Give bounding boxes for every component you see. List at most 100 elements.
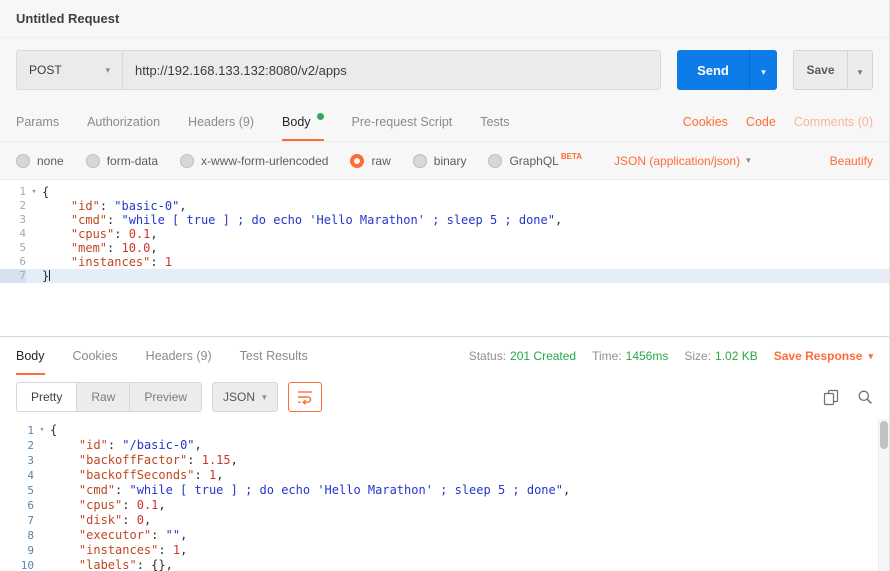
code-line[interactable]: 7 "disk": 0, [0, 513, 889, 528]
body-type-x-www-form-urlencoded[interactable]: x-www-form-urlencoded [180, 154, 328, 168]
response-tab-body[interactable]: Body [16, 337, 45, 375]
fold-icon[interactable]: ▾ [26, 185, 42, 199]
request-body-editor[interactable]: 1▾{2 "id": "basic-0",3 "cmd": "while [ t… [0, 180, 889, 337]
view-pretty[interactable]: Pretty [17, 383, 77, 411]
view-preview[interactable]: Preview [130, 383, 201, 411]
view-raw[interactable]: Raw [77, 383, 130, 411]
code-text: "cpus": 0.1, [50, 498, 889, 513]
tab-label: Headers (9) [146, 349, 212, 363]
code-line[interactable]: 2 "id": "/basic-0", [0, 438, 889, 453]
beautify-link[interactable]: Beautify [830, 154, 873, 168]
status-pair: Status: 201 Created [469, 349, 576, 363]
tab-tests[interactable]: Tests [480, 102, 509, 141]
radio-icon [413, 154, 427, 168]
line-number: 1 [0, 423, 34, 438]
token: 1.15 [202, 453, 231, 467]
token: { [50, 423, 57, 437]
code-text: "id": "/basic-0", [50, 438, 889, 453]
response-tab-test-results[interactable]: Test Results [240, 337, 308, 375]
code-text: } [42, 269, 889, 283]
send-button[interactable]: Send [677, 50, 749, 90]
body-type-binary[interactable]: binary [413, 154, 467, 168]
wrap-text-button[interactable] [288, 382, 322, 412]
body-type-graphql[interactable]: GraphQL BETA [488, 154, 582, 168]
search-response-button[interactable] [857, 389, 873, 405]
response-body-editor[interactable]: 1▾{2 "id": "/basic-0",3 "backoffFactor":… [0, 419, 889, 571]
token [50, 558, 79, 571]
method-select[interactable]: POST ▾ [17, 51, 123, 89]
token [50, 528, 79, 542]
token: "instances" [79, 543, 158, 557]
body-type-none[interactable]: none [16, 154, 64, 168]
response-language-select[interactable]: JSON ▾ [212, 382, 278, 412]
response-tab-cookies[interactable]: Cookies [73, 337, 118, 375]
code-line[interactable]: 1▾{ [0, 185, 889, 199]
tab-params[interactable]: Params [16, 102, 59, 141]
code-line[interactable]: 6 "instances": 1 [0, 255, 889, 269]
token: "basic-0" [114, 199, 179, 213]
fold-spacer [26, 255, 42, 269]
code-line[interactable]: 9 "instances": 1, [0, 543, 889, 558]
code-line[interactable]: 8 "executor": "", [0, 528, 889, 543]
url-box: POST ▾ [16, 50, 661, 90]
response-scrollbar[interactable] [878, 419, 889, 571]
save-response-button[interactable]: Save Response ▾ [774, 349, 873, 363]
body-type-raw[interactable]: raw [350, 154, 390, 168]
code-line[interactable]: 3 "backoffFactor": 1.15, [0, 453, 889, 468]
tab-label: Params [16, 115, 59, 129]
token: { [42, 185, 49, 199]
time-value: 1456ms [626, 349, 669, 363]
save-options-button[interactable]: ▾ [847, 50, 873, 90]
save-button[interactable]: Save [793, 50, 847, 90]
response-tab-headers[interactable]: Headers (9) [146, 337, 212, 375]
tab-authorization[interactable]: Authorization [87, 102, 160, 141]
response-toolbar: Pretty Raw Preview JSON ▾ [0, 375, 889, 419]
body-type-form-data[interactable]: form-data [86, 154, 158, 168]
token: "cmd" [71, 213, 107, 227]
status-value: 201 Created [510, 349, 576, 363]
token: : [122, 498, 136, 512]
time-pair: Time: 1456ms [592, 349, 668, 363]
method-value: POST [29, 63, 62, 77]
token [42, 255, 71, 269]
code-text: "id": "basic-0", [42, 199, 889, 213]
code-link[interactable]: Code [746, 115, 776, 129]
token: "id" [79, 438, 108, 452]
token: , [150, 227, 157, 241]
tab-body[interactable]: Body [282, 102, 324, 141]
token: "mem" [71, 241, 107, 255]
content-type-select[interactable]: JSON (application/json) ▾ [614, 154, 751, 168]
cookies-link[interactable]: Cookies [683, 115, 728, 129]
tab-headers[interactable]: Headers (9) [188, 102, 254, 141]
code-line[interactable]: 6 "cpus": 0.1, [0, 498, 889, 513]
fold-icon[interactable]: ▾ [34, 423, 50, 438]
copy-response-button[interactable] [823, 389, 839, 406]
token: : [122, 513, 136, 527]
code-line[interactable]: 5 "mem": 10.0, [0, 241, 889, 255]
token [42, 199, 71, 213]
token: "" [166, 528, 180, 542]
code-line[interactable]: 4 "backoffSeconds": 1, [0, 468, 889, 483]
token: } [42, 269, 49, 283]
code-line[interactable]: 2 "id": "basic-0", [0, 199, 889, 213]
code-line[interactable]: 4 "cpus": 0.1, [0, 227, 889, 241]
tab-pre-request-script[interactable]: Pre-request Script [352, 102, 453, 141]
radio-label: form-data [107, 154, 158, 168]
url-input[interactable] [123, 51, 660, 89]
response-meta: Status: 201 Created Time: 1456ms Size: 1… [469, 337, 873, 375]
comments-link[interactable]: Comments (0) [794, 115, 873, 129]
code-line[interactable]: 7} [0, 269, 889, 283]
send-options-button[interactable]: ▾ [749, 50, 777, 90]
token: , [158, 498, 165, 512]
token [50, 543, 79, 557]
request-title: Untitled Request [16, 11, 119, 26]
scrollbar-thumb[interactable] [880, 421, 888, 449]
code-line[interactable]: 5 "cmd": "while [ true ] ; do echo 'Hell… [0, 483, 889, 498]
request-editor-lines: 1▾{2 "id": "basic-0",3 "cmd": "while [ t… [0, 185, 889, 283]
tab-label: Tests [480, 115, 509, 129]
code-line[interactable]: 10 "labels": {}, [0, 558, 889, 571]
code-line[interactable]: 3 "cmd": "while [ true ] ; do echo 'Hell… [0, 213, 889, 227]
code-line[interactable]: 1▾{ [0, 423, 889, 438]
token: : [187, 453, 201, 467]
code-text: { [50, 423, 889, 438]
